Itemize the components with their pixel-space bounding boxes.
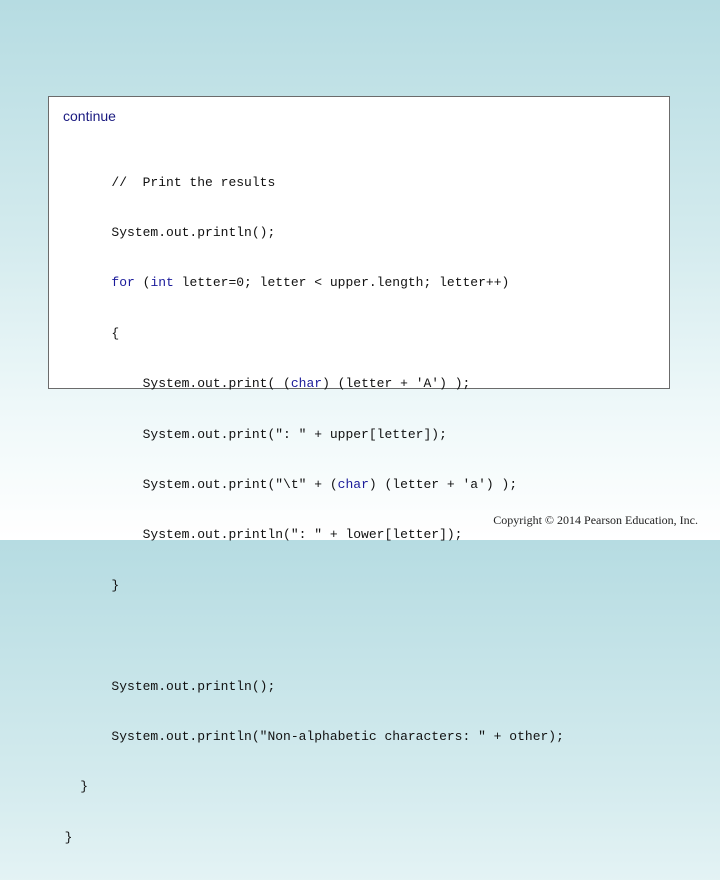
code-line-println-empty: System.out.println(); bbox=[49, 225, 564, 242]
code-line-method-close: } bbox=[49, 779, 564, 796]
print3-suffix: ) (letter + 'a') ); bbox=[368, 476, 518, 492]
print4-text: System.out.println(": " + lower[letter])… bbox=[142, 527, 463, 543]
for-paren: ( bbox=[134, 275, 151, 291]
println-empty-2-text: System.out.println(); bbox=[111, 678, 276, 694]
code-line-open-brace: { bbox=[49, 326, 564, 343]
char-keyword: char bbox=[337, 476, 369, 492]
print1-prefix: System.out.print( ( bbox=[142, 376, 291, 392]
code-line-close-brace: } bbox=[49, 578, 564, 595]
code-line-comment: // Print the results bbox=[49, 175, 564, 192]
print3-prefix: System.out.print("\t" + ( bbox=[142, 476, 338, 492]
copyright-notice: Copyright © 2014 Pearson Education, Inc. bbox=[493, 513, 698, 527]
println-empty-text: System.out.println(); bbox=[111, 224, 276, 240]
code-line-println-nonalpha: System.out.println("Non-alphabetic chara… bbox=[49, 728, 564, 746]
code-line-print-lower-count: System.out.println(": " + lower[letter])… bbox=[49, 527, 564, 544]
close-brace-class: } bbox=[64, 829, 73, 845]
open-brace: { bbox=[111, 325, 120, 341]
code-block: // Print the results System.out.println(… bbox=[49, 141, 564, 880]
print2-text: System.out.print(": " + upper[letter]); bbox=[142, 426, 447, 442]
code-panel: continue // Print the results System.out… bbox=[48, 96, 670, 845]
print1-suffix: ) (letter + 'A') ); bbox=[322, 376, 471, 392]
continue-label: continue bbox=[63, 108, 116, 124]
int-keyword: int bbox=[150, 275, 174, 291]
code-line-for: for (int letter=0; letter < upper.length… bbox=[49, 275, 564, 292]
close-brace-inner: } bbox=[111, 577, 120, 593]
code-line-print-upper-count: System.out.print(": " + upper[letter]); bbox=[49, 427, 564, 444]
comment-text: // Print the results bbox=[111, 174, 276, 190]
code-line-println-empty-2: System.out.println(); bbox=[49, 679, 564, 696]
for-keyword: for bbox=[111, 275, 135, 291]
char-keyword: char bbox=[290, 376, 323, 392]
code-line-class-close: } bbox=[49, 830, 564, 847]
for-header-rest: letter=0; letter < upper.length; letter+… bbox=[173, 275, 510, 291]
code-line-print-lower-char: System.out.print("\t" + (char) (letter +… bbox=[49, 477, 564, 494]
code-line-print-upper-char: System.out.print( (char) (letter + 'A') … bbox=[49, 376, 564, 393]
println-nonalpha-text: System.out.println("Non-alphabetic chara… bbox=[111, 728, 564, 744]
close-brace-method: } bbox=[80, 779, 89, 795]
